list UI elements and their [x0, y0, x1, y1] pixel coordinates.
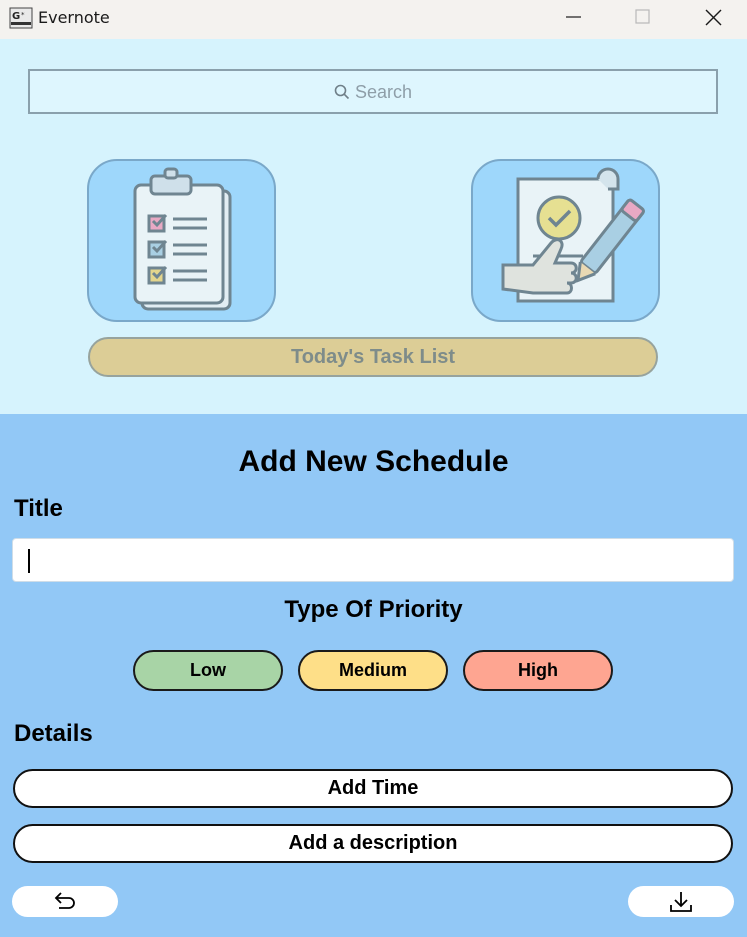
title-input[interactable]	[12, 538, 734, 582]
search-placeholder: Search	[354, 82, 413, 102]
priority-medium-button[interactable]: Medium	[298, 650, 448, 691]
minimize-icon[interactable]	[550, 4, 596, 32]
form-heading: Add New Schedule	[238, 445, 509, 478]
svg-text:*: *	[21, 11, 25, 19]
search-icon	[334, 84, 350, 100]
svg-text:G: G	[12, 11, 20, 22]
search-input[interactable]: Search	[28, 69, 718, 114]
todays-task-list-button[interactable]: Today's Task List	[88, 337, 658, 377]
title-label: Title	[14, 495, 63, 522]
window-title: Evernote	[38, 8, 110, 27]
priority-low-button[interactable]: Low	[133, 650, 283, 691]
maximize-icon[interactable]	[619, 4, 665, 32]
dashboard-panel: Search Today's Task List	[0, 39, 747, 414]
add-description-button[interactable]: Add a description	[13, 824, 733, 863]
approved-document-icon	[501, 167, 645, 303]
clipboard-checklist-card[interactable]	[87, 159, 276, 322]
evernote-logo-icon: G *	[9, 7, 33, 29]
window-titlebar: G * Evernote	[0, 0, 747, 39]
priority-high-button[interactable]: High	[463, 650, 613, 691]
add-time-button[interactable]: Add Time	[13, 769, 733, 808]
approved-document-card[interactable]	[471, 159, 660, 322]
back-arrow-icon	[54, 892, 75, 909]
download-icon	[670, 892, 692, 912]
details-label: Details	[14, 720, 93, 747]
clipboard-checklist-icon	[133, 167, 232, 311]
back-button[interactable]	[12, 886, 118, 917]
save-button[interactable]	[628, 886, 734, 917]
text-caret	[28, 549, 30, 573]
priority-heading: Type Of Priority	[284, 596, 463, 623]
close-icon[interactable]	[690, 4, 736, 32]
